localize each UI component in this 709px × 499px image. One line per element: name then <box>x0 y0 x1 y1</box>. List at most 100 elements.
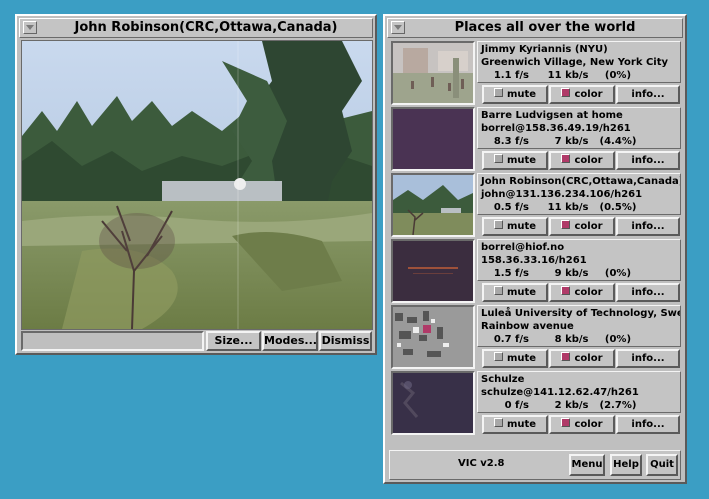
window-menu-icon[interactable] <box>23 21 37 34</box>
modes-button[interactable]: Modes... <box>262 331 318 351</box>
menu-button[interactable]: Menu <box>569 454 605 476</box>
info-button[interactable]: info... <box>616 415 680 434</box>
help-button-label: Help <box>613 459 639 470</box>
info-label: info... <box>631 89 665 100</box>
color-toggle[interactable]: color <box>549 415 615 434</box>
source-stats: 0.7 f/s 8 kb/s (0%) <box>481 333 677 346</box>
bit-rate: 2 kb/s <box>554 400 589 411</box>
color-label: color <box>574 155 603 166</box>
source-name: Jimmy Kyriannis (NYU) <box>481 44 608 55</box>
source-address: Rainbow avenue <box>481 321 574 332</box>
source-info: Luleå University of Technology, Sweden R… <box>477 305 681 347</box>
mute-indicator-icon <box>493 418 503 427</box>
bit-rate: 9 kb/s <box>554 268 589 279</box>
color-label: color <box>574 287 603 298</box>
source-address: borrel@158.36.49.19/h261 <box>481 123 631 134</box>
info-button[interactable]: info... <box>616 349 680 368</box>
frame-rate: 8.3 f/s <box>493 136 529 147</box>
frame-rate: 0.7 f/s <box>493 334 529 345</box>
quit-button-label: Quit <box>650 459 674 470</box>
loss-rate: (0%) <box>604 334 632 345</box>
color-label: color <box>574 221 603 232</box>
mute-toggle[interactable]: mute <box>482 349 548 368</box>
source-stats: 0.5 f/s 11 kb/s (0.5%) <box>481 201 677 214</box>
info-label: info... <box>631 287 665 298</box>
source-entry: borrel@hiof.no 158.36.33.16/h261 1.5 f/s… <box>391 239 681 303</box>
dismiss-button[interactable]: Dismiss <box>319 331 372 351</box>
places-window-titlebar[interactable]: Places all over the world <box>387 18 683 38</box>
source-thumbnail[interactable] <box>391 107 475 171</box>
source-name: John Robinson(CRC,Ottawa,Canada) <box>481 176 681 187</box>
color-indicator-icon <box>561 418 571 427</box>
source-info: borrel@hiof.no 158.36.33.16/h261 1.5 f/s… <box>477 239 681 281</box>
video-frame[interactable] <box>21 40 373 330</box>
video-image <box>22 41 372 329</box>
source-thumbnail[interactable] <box>391 41 475 105</box>
color-toggle[interactable]: color <box>549 349 615 368</box>
frame-rate: 1.1 f/s <box>493 70 529 81</box>
places-window-title: Places all over the world <box>454 20 636 35</box>
loss-rate: (0%) <box>604 70 632 81</box>
source-stats: 1.5 f/s 9 kb/s (0%) <box>481 267 677 280</box>
window-menu-icon[interactable] <box>391 21 405 34</box>
modes-button-label: Modes... <box>264 334 317 347</box>
color-toggle[interactable]: color <box>549 283 615 302</box>
video-window-title: John Robinson(CRC,Ottawa,Canada) <box>74 20 338 35</box>
source-address: 158.36.33.16/h261 <box>481 255 587 266</box>
status-field <box>21 331 204 351</box>
info-label: info... <box>631 419 665 430</box>
mute-label: mute <box>506 419 537 430</box>
mute-toggle[interactable]: mute <box>482 151 548 170</box>
color-indicator-icon <box>561 352 571 361</box>
source-thumbnail[interactable] <box>391 173 475 237</box>
info-button[interactable]: info... <box>616 151 680 170</box>
frame-rate: 0 f/s <box>504 400 529 411</box>
source-entry: Luleå University of Technology, Sweden R… <box>391 305 681 369</box>
source-address: Greenwich Village, New York City <box>481 57 669 68</box>
source-stats: 8.3 f/s 7 kb/s (4.4%) <box>481 135 677 148</box>
color-toggle[interactable]: color <box>549 217 615 236</box>
source-name: Luleå University of Technology, Sweden <box>481 308 680 319</box>
color-indicator-icon <box>561 220 571 229</box>
video-window-titlebar[interactable]: John Robinson(CRC,Ottawa,Canada) <box>19 18 373 38</box>
mute-toggle[interactable]: mute <box>482 283 548 302</box>
size-button-label: Size... <box>214 334 253 347</box>
quit-button[interactable]: Quit <box>646 454 678 476</box>
color-indicator-icon <box>561 286 571 295</box>
info-label: info... <box>631 353 665 364</box>
info-button[interactable]: info... <box>616 85 680 104</box>
bit-rate: 7 kb/s <box>554 136 589 147</box>
info-button[interactable]: info... <box>616 283 680 302</box>
loss-rate: (0.5%) <box>599 202 637 213</box>
source-name: Barre Ludvigsen at home <box>481 110 623 121</box>
source-thumbnail[interactable] <box>391 371 475 435</box>
source-entry: Schulze schulze@141.12.62.47/h261 0 f/s … <box>391 371 681 435</box>
source-thumbnail[interactable] <box>391 305 475 369</box>
help-button[interactable]: Help <box>610 454 642 476</box>
source-stats: 1.1 f/s 11 kb/s (0%) <box>481 69 677 82</box>
color-label: color <box>574 419 603 430</box>
source-entry: Barre Ludvigsen at home borrel@158.36.49… <box>391 107 681 171</box>
info-button[interactable]: info... <box>616 217 680 236</box>
video-window: John Robinson(CRC,Ottawa,Canada) Size...… <box>15 14 377 355</box>
bit-rate: 11 kb/s <box>547 202 589 213</box>
size-button[interactable]: Size... <box>206 331 261 351</box>
mute-toggle[interactable]: mute <box>482 217 548 236</box>
loss-rate: (2.7%) <box>599 400 637 411</box>
source-address: schulze@141.12.62.47/h261 <box>481 387 639 398</box>
source-info: Schulze schulze@141.12.62.47/h261 0 f/s … <box>477 371 681 413</box>
source-entry: Jimmy Kyriannis (NYU) Greenwich Village,… <box>391 41 681 105</box>
source-info: Barre Ludvigsen at home borrel@158.36.49… <box>477 107 681 149</box>
color-label: color <box>574 353 603 364</box>
source-entry: John Robinson(CRC,Ottawa,Canada) john@13… <box>391 173 681 237</box>
mute-indicator-icon <box>493 286 503 295</box>
color-toggle[interactable]: color <box>549 85 615 104</box>
color-toggle[interactable]: color <box>549 151 615 170</box>
source-thumbnail[interactable] <box>391 239 475 303</box>
dismiss-button-label: Dismiss <box>321 334 370 347</box>
mute-toggle[interactable]: mute <box>482 415 548 434</box>
frame-rate: 1.5 f/s <box>493 268 529 279</box>
mute-toggle[interactable]: mute <box>482 85 548 104</box>
color-indicator-icon <box>561 88 571 97</box>
mute-indicator-icon <box>493 88 503 97</box>
